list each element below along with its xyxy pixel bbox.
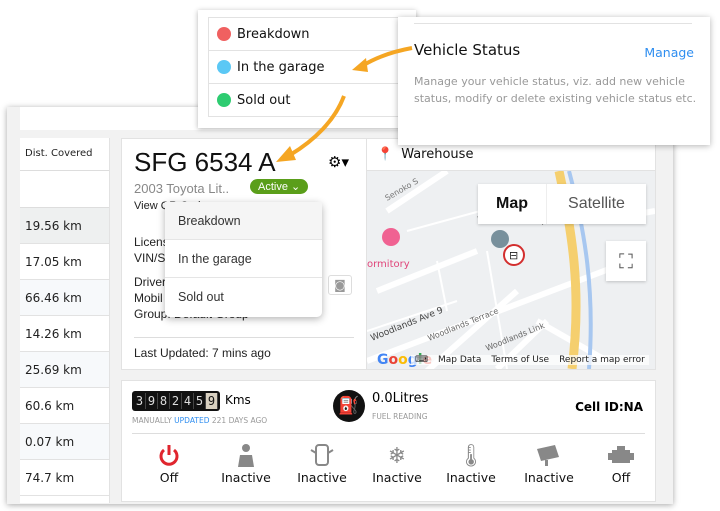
dropdown-option-garage[interactable]: In the garage bbox=[165, 240, 322, 278]
car-door-icon bbox=[310, 444, 334, 466]
status-item-breakdown[interactable]: Breakdown bbox=[208, 18, 406, 51]
sensor-door: Inactive bbox=[287, 443, 357, 485]
odometer: 3982459 bbox=[132, 391, 220, 411]
last-updated: Last Updated: 7 mins ago bbox=[134, 346, 271, 360]
column-header: Dist. Covered bbox=[20, 138, 109, 171]
dropdown-option-sold-out[interactable]: Sold out bbox=[165, 278, 322, 316]
vehicle-model: 2003 Toyota Lit.. bbox=[134, 181, 230, 196]
table-row[interactable]: 25.69 km bbox=[20, 352, 109, 388]
vin-label: VIN/S bbox=[134, 251, 166, 265]
status-badge[interactable]: Active ⌄ bbox=[250, 179, 309, 194]
card-title: Vehicle Status bbox=[414, 41, 521, 59]
sensor-ac: ❄ Inactive bbox=[362, 443, 432, 485]
updated-link[interactable]: UPDATED bbox=[174, 416, 209, 425]
status-item-sold-out[interactable]: Sold out bbox=[208, 84, 406, 117]
gear-icon[interactable]: ⚙▾ bbox=[328, 153, 349, 171]
sensor-seatbelt: Inactive bbox=[211, 443, 281, 485]
location-marker-icon bbox=[491, 230, 509, 248]
fuel-label: FUEL READING bbox=[372, 412, 428, 421]
odometer-note: MANUALLY UPDATED 221 DAYS AGO bbox=[132, 416, 268, 425]
fuel-pump-icon: ⛽ bbox=[333, 390, 365, 422]
dropdown-option-breakdown[interactable]: Breakdown bbox=[165, 202, 322, 240]
vehicle-plate: SFG 6534 A bbox=[134, 147, 276, 177]
status-list-callout: Breakdown In the garage Sold out bbox=[198, 10, 416, 128]
map-label: ormitory bbox=[367, 259, 410, 270]
terms-link[interactable]: Terms of Use bbox=[491, 355, 549, 365]
distance-table: Dist. Covered 19.56 km 17.05 km 66.46 km… bbox=[20, 138, 110, 503]
table-row[interactable]: 60.6 km bbox=[20, 388, 109, 424]
fuel-reading: 0.0Litres bbox=[372, 391, 429, 406]
dormitory-pin-icon bbox=[382, 228, 400, 246]
cell-id: Cell ID:NA bbox=[575, 400, 643, 414]
sensor-engine: Off bbox=[586, 443, 656, 485]
status-dropdown-menu: Breakdown In the garage Sold out bbox=[165, 202, 322, 317]
location-pin-icon: 📍 bbox=[377, 147, 394, 162]
table-row[interactable]: 74.7 km bbox=[20, 460, 109, 496]
map-data-link[interactable]: Map Data bbox=[438, 355, 481, 365]
table-row[interactable]: 14.26 km bbox=[20, 316, 109, 352]
sensor-temperature: 🌡 Inactive bbox=[436, 443, 506, 485]
driver-label: Driver bbox=[134, 275, 166, 289]
report-error-link[interactable]: Report a map error bbox=[559, 355, 645, 365]
svg-text:⊟: ⊟ bbox=[509, 249, 518, 262]
power-icon bbox=[159, 445, 179, 466]
readings-card: 3982459 Kms MANUALLY UPDATED 221 DAYS AG… bbox=[121, 380, 656, 502]
keyboard-icon[interactable]: ⌨ bbox=[415, 355, 428, 365]
status-item-garage[interactable]: In the garage bbox=[208, 51, 406, 84]
camera-icon[interactable]: ◙ bbox=[328, 275, 352, 295]
table-row[interactable]: 66.46 km bbox=[20, 280, 109, 316]
table-row[interactable]: 0.07 km bbox=[20, 424, 109, 460]
tab-satellite[interactable]: Satellite bbox=[546, 184, 646, 224]
mobile-label: Mobil bbox=[134, 291, 163, 305]
snowflake-icon: ❄ bbox=[387, 444, 407, 469]
map-panel: 📍 Warehouse Senoko S Woodlands Spectrum … bbox=[366, 138, 656, 370]
thermometer-icon: 🌡 bbox=[457, 444, 485, 469]
engine-icon bbox=[608, 446, 634, 463]
table-row[interactable]: 17.05 km bbox=[20, 244, 109, 280]
seatbelt-icon bbox=[238, 444, 254, 467]
table-row[interactable]: 19.56 km bbox=[20, 208, 109, 244]
sensor-camera: Inactive bbox=[514, 443, 584, 485]
card-description: Manage your vehicle status, viz. add new… bbox=[414, 75, 697, 105]
status-label: Active bbox=[258, 181, 288, 193]
fullscreen-icon[interactable]: ⛶ bbox=[606, 241, 646, 281]
tab-map[interactable]: Map bbox=[478, 184, 546, 224]
location-label: Warehouse bbox=[401, 147, 474, 162]
license-label: Licens bbox=[134, 235, 169, 249]
vehicle-status-card: Vehicle Status Manage Manage your vehicl… bbox=[398, 17, 710, 145]
camera-icon bbox=[537, 445, 559, 466]
odometer-unit: Kms bbox=[225, 393, 251, 407]
manage-link[interactable]: Manage bbox=[644, 45, 694, 60]
sensor-ignition: Off bbox=[134, 443, 204, 485]
